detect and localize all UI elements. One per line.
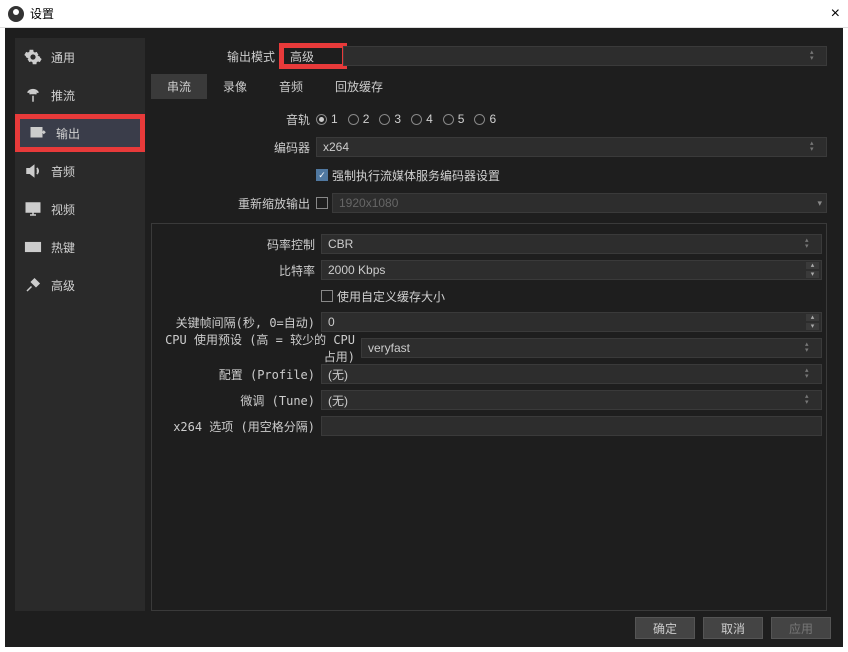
sidebar-item-advanced[interactable]: 高级: [15, 266, 145, 304]
window-title: 设置: [30, 5, 54, 22]
sidebar-item-stream[interactable]: 推流: [15, 76, 145, 114]
sidebar: 通用 推流 输出 音频 视频: [15, 38, 145, 611]
profile-select[interactable]: (无)▴▾: [321, 364, 822, 384]
tracks-label: 音轨: [151, 111, 316, 128]
spin-down-icon[interactable]: ▾: [806, 271, 819, 278]
main-panel: 输出模式 高级 ▴▾ 串流 录像 音频 回放缓存: [145, 38, 833, 611]
output-mode-select[interactable]: ▴▾: [343, 46, 827, 66]
app-logo-icon: [8, 6, 24, 22]
custom-buffer-checkbox[interactable]: [321, 290, 333, 302]
chevron-updown-icon: ▴▾: [805, 365, 819, 383]
spin-up-icon[interactable]: ▴: [806, 262, 819, 269]
cancel-button[interactable]: 取消: [703, 617, 763, 639]
output-icon: [28, 124, 48, 142]
tab-replay[interactable]: 回放缓存: [319, 74, 399, 99]
custom-buffer-label: 使用自定义缓存大小: [337, 288, 445, 305]
sidebar-item-hotkeys[interactable]: 热键: [15, 228, 145, 266]
chevron-down-icon: ▾: [817, 198, 822, 209]
bitrate-input[interactable]: 2000 Kbps▴▾: [321, 260, 822, 280]
x264opts-input[interactable]: [321, 416, 822, 436]
tune-select[interactable]: (无)▴▾: [321, 390, 822, 410]
rate-control-select[interactable]: CBR▴▾: [321, 234, 822, 254]
encoder-label: 编码器: [151, 139, 316, 156]
output-mode-value: 高级: [290, 48, 314, 65]
x264opts-label: x264 选项 (用空格分隔): [156, 418, 321, 435]
chevron-updown-icon: ▴▾: [805, 235, 819, 253]
tab-stream[interactable]: 串流: [151, 74, 207, 99]
tab-audio[interactable]: 音频: [263, 74, 319, 99]
track-radio-6[interactable]: 6: [474, 112, 496, 126]
spin-down-icon[interactable]: ▾: [806, 323, 819, 330]
spin-up-icon[interactable]: ▴: [806, 314, 819, 321]
tune-label: 微调 (Tune): [156, 392, 321, 409]
chevron-updown-icon: ▴▾: [805, 391, 819, 409]
rescale-select[interactable]: 1920x1080▾: [332, 193, 827, 213]
output-mode-highlight: 高级: [279, 43, 347, 69]
track-radio-3[interactable]: 3: [379, 112, 401, 126]
track-radio-4[interactable]: 4: [411, 112, 433, 126]
chevron-updown-icon: ▴▾: [805, 339, 819, 357]
ok-button[interactable]: 确定: [635, 617, 695, 639]
monitor-icon: [23, 200, 43, 218]
enforce-checkbox[interactable]: [316, 169, 328, 181]
sidebar-item-label: 高级: [51, 277, 75, 294]
gear-icon: [23, 48, 43, 66]
tab-record[interactable]: 录像: [207, 74, 263, 99]
close-icon[interactable]: ×: [831, 5, 840, 23]
keyboard-icon: [23, 238, 43, 256]
bitrate-label: 比特率: [156, 262, 321, 279]
sidebar-item-audio[interactable]: 音频: [15, 152, 145, 190]
rate-control-label: 码率控制: [156, 236, 321, 253]
rescale-label: 重新缩放输出: [151, 195, 316, 212]
profile-label: 配置 (Profile): [156, 366, 321, 383]
tracks-radios: 1 2 3 4 5 6: [316, 112, 827, 126]
encoder-select[interactable]: x264▴▾: [316, 137, 827, 157]
output-mode-label: 输出模式: [151, 48, 281, 65]
sidebar-item-general[interactable]: 通用: [15, 38, 145, 76]
audio-icon: [23, 162, 43, 180]
titlebar: 设置 ×: [0, 0, 848, 28]
antenna-icon: [23, 86, 43, 104]
cpu-preset-label: CPU 使用预设 (高 = 较少的 CPU占用): [156, 331, 361, 365]
sidebar-item-label: 音频: [51, 163, 75, 180]
track-radio-2[interactable]: 2: [348, 112, 370, 126]
track-radio-1[interactable]: 1: [316, 112, 338, 126]
sidebar-item-label: 推流: [51, 87, 75, 104]
apply-button[interactable]: 应用: [771, 617, 831, 639]
sidebar-item-label: 视频: [51, 201, 75, 218]
sidebar-item-label: 热键: [51, 239, 75, 256]
rescale-checkbox[interactable]: [316, 197, 328, 209]
dialog-buttons: 确定 取消 应用: [635, 617, 831, 639]
cpu-preset-select[interactable]: veryfast▴▾: [361, 338, 822, 358]
sidebar-item-label: 输出: [56, 125, 80, 142]
output-tabs: 串流 录像 音频 回放缓存: [151, 74, 827, 99]
keyframe-label: 关键帧间隔(秒, 0=自动): [156, 314, 321, 331]
track-radio-5[interactable]: 5: [443, 112, 465, 126]
chevron-updown-icon: ▴▾: [810, 138, 824, 156]
chevron-updown-icon: ▴▾: [810, 47, 824, 65]
encoder-settings-section: 码率控制 CBR▴▾ 比特率 2000 Kbps▴▾ 使用自定义缓存大小: [151, 223, 827, 611]
enforce-label: 强制执行流媒体服务编码器设置: [332, 167, 500, 184]
sidebar-item-video[interactable]: 视频: [15, 190, 145, 228]
sidebar-item-label: 通用: [51, 49, 75, 66]
sidebar-item-output[interactable]: 输出: [15, 114, 145, 152]
tools-icon: [23, 276, 43, 294]
keyframe-input[interactable]: 0▴▾: [321, 312, 822, 332]
